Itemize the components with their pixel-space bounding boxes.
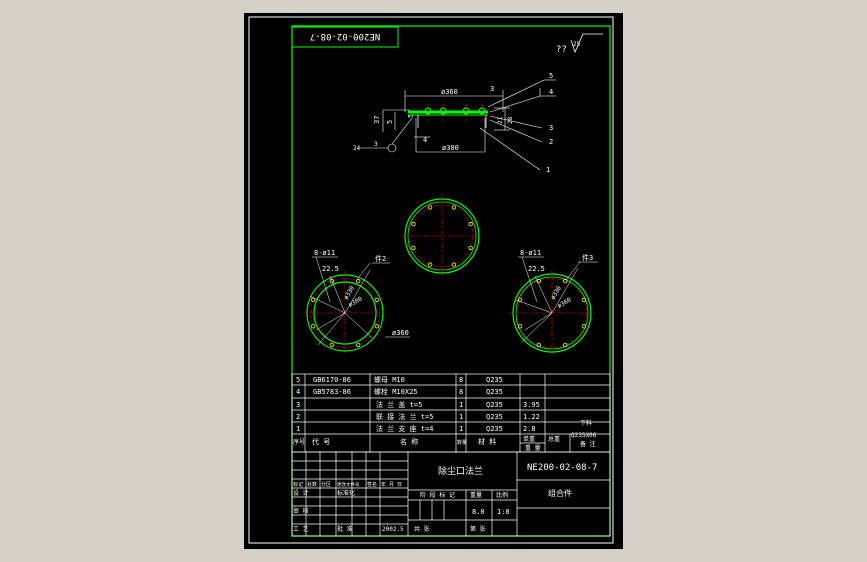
dim-h37: 37	[373, 116, 381, 124]
left-d360: ø360	[392, 329, 409, 337]
dim-d360: ø360	[441, 88, 458, 96]
bom-r5-mat: Q235	[486, 425, 503, 433]
bom-r4-qty: 1	[459, 413, 463, 421]
dim-h5b: 5	[407, 114, 415, 118]
svg-text:24: 24	[353, 145, 361, 152]
bom-r4-unit: 1.22	[523, 413, 540, 421]
bom-h-unitw: 单重	[523, 435, 535, 443]
bom-r1-name: 螺母 M10	[374, 375, 405, 384]
bom-r5-unit: 2.8	[523, 425, 536, 433]
inner-frame	[291, 25, 611, 537]
bom-h-unitrow: 重 量	[525, 444, 541, 452]
leader-3: 3	[549, 124, 553, 132]
bom-h-code: 代 号	[312, 437, 330, 446]
tb-l5: 签名	[367, 481, 377, 488]
bom-r1-mat: Q235	[486, 376, 503, 384]
bom-r1-code: GB6170-86	[313, 376, 351, 384]
tb-assembly-label: 组合件	[548, 488, 572, 498]
svg-text:3: 3	[374, 141, 378, 148]
tb-weight-label: 重量	[470, 491, 482, 499]
dim-v21: 21	[497, 116, 504, 124]
bom-r3-no: 3	[296, 401, 300, 409]
tb-l6: 年 月 日	[381, 481, 402, 488]
section-view: ø360 ø300 37 5 5 4 21 28 3 24 3 5 4 3 2 …	[353, 72, 556, 174]
right-piece-label: 件3	[582, 253, 593, 262]
tb-scale: 1:8	[497, 508, 510, 516]
cad-viewport[interactable]: NE200-02-08-7 ?? 25 ø360 ø300 37 5 5 4 2…	[244, 13, 623, 549]
tb-l4: 更改文件号	[337, 481, 360, 488]
right-d360: ø360	[557, 296, 573, 309]
leader-5: 5	[549, 72, 553, 80]
bom-h-no: 序号	[293, 438, 305, 446]
leader-1: 1	[546, 166, 550, 174]
bom-r2-code: GB5783-86	[313, 388, 351, 396]
bom-r2-qty: 8	[459, 388, 463, 396]
tb-check: 审 核	[293, 507, 309, 515]
tb-process: 工 艺	[293, 525, 309, 533]
bom-side-note: 下料	[580, 419, 592, 427]
bom-h-qty: 数量	[457, 439, 467, 446]
piece-view-left: 件2 8-ø11 22.5 ø330 ø300 ø360	[303, 249, 410, 355]
right-d330: ø330	[550, 285, 563, 301]
left-piece-label: 件2	[375, 254, 386, 263]
plan-view-cover	[400, 194, 484, 278]
tb-scale-label: 比例	[496, 491, 508, 499]
bom-r4-no: 2	[296, 413, 300, 421]
bom-r1-no: 5	[296, 376, 300, 384]
tb-l3: 分区	[321, 481, 331, 488]
tb-sheets: 共 张	[414, 525, 430, 533]
dim-d3: 3	[490, 85, 494, 93]
bom-r1-qty: 8	[459, 376, 463, 384]
tb-design: 设 计	[293, 489, 309, 497]
right-holes: 8-ø11	[520, 249, 541, 257]
bom-side-note-sub: Q235X06	[571, 432, 597, 439]
leader-4: 4	[549, 88, 553, 96]
piece-view-right: 件3 8-ø11 22.5 ø330 ø360	[509, 249, 598, 356]
tb-std: 标准化	[337, 489, 355, 497]
tb-stage: 阶 段 标 记	[420, 491, 455, 499]
drawing-sheet: NE200-02-08-7 ?? 25 ø360 ø300 37 5 5 4 2…	[248, 16, 614, 544]
tb-date: 2002.5	[382, 526, 404, 533]
bom-r5-no: 1	[296, 425, 300, 433]
bom-r5-name: 法 兰 支 座 t=4	[376, 424, 434, 433]
bom-h-name: 名 称	[400, 437, 418, 446]
bom-r3-name: 法 兰 盖 t=5	[376, 400, 422, 409]
bom-text: 5 GB6170-86 螺母 M10 8 Q235 4 GB5783-86 螺栓…	[293, 375, 597, 452]
bom-r3-unit: 3.95	[523, 401, 540, 409]
roughness-value: 25	[573, 41, 581, 48]
tb-approve: 批 准	[337, 525, 353, 533]
bom-r5-qty: 1	[459, 425, 463, 433]
tb-weight: 8.0	[472, 508, 485, 516]
bom-h-mat: 材 料	[478, 437, 496, 446]
bom-r2-mat: Q235	[486, 388, 503, 396]
tb-l2: 处数	[307, 481, 317, 488]
bom-table	[291, 373, 611, 453]
bom-r2-name: 螺栓 M10X25	[374, 387, 418, 396]
bom-r3-mat: Q235	[486, 401, 503, 409]
bom-r3-qty: 1	[459, 401, 463, 409]
leader-2: 2	[549, 138, 553, 146]
bom-r2-no: 4	[296, 388, 300, 396]
roughness-mark: ??	[556, 45, 567, 55]
tb-l1: 标记	[293, 481, 303, 488]
right-angle: 22.5	[528, 265, 545, 273]
dim-h5a: 5	[386, 120, 394, 124]
weld-symbol	[387, 143, 397, 153]
tb-center-title: 除尘口法兰	[438, 465, 483, 477]
tb-sheet: 第 张	[470, 525, 486, 533]
bom-h-totalw: 总重	[548, 435, 560, 443]
bom-r4-name: 联 接 法 兰 t=5	[376, 412, 434, 421]
left-holes: 8-ø11	[314, 249, 335, 257]
dim-d300: ø300	[442, 144, 459, 152]
bom-h-remark: 备 注	[580, 440, 596, 448]
left-angle: 22.5	[322, 265, 339, 273]
rotated-code-text: NE200-02-08-7	[310, 31, 380, 41]
tb-drawing-number: NE200-02-08-7	[527, 463, 597, 473]
title-block-text: 除尘口法兰 NE200-02-08-7 组合件 标记 处数 分区 更改文件号 签…	[293, 463, 597, 533]
bom-r4-mat: Q235	[486, 413, 503, 421]
